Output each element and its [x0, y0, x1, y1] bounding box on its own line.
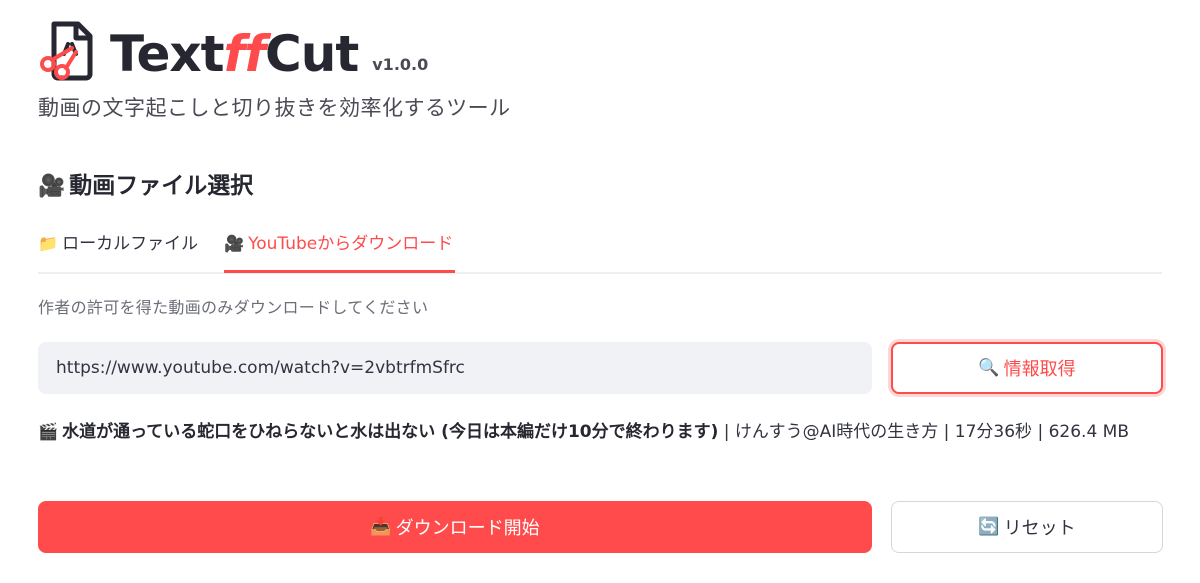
source-tabs: 📁 ローカルファイル 🎥 YouTubeからダウンロード — [38, 228, 1162, 274]
video-info: 🎬 水道が通っている蛇口をひねらないと水は出ない (今日は本編だけ10分で終わりま… — [38, 416, 1162, 448]
app-title: TextffCut — [110, 25, 359, 83]
video-camera-icon: 🎥 — [38, 174, 66, 199]
tab-youtube-download[interactable]: 🎥 YouTubeからダウンロード — [224, 232, 456, 273]
reset-button[interactable]: 🔄 リセット — [891, 501, 1163, 553]
video-title: 水道が通っている蛇口をひねらないと水は出ない (今日は本編だけ10分で終わります… — [62, 422, 719, 442]
clapperboard-icon: 🎬 — [38, 422, 59, 441]
youtube-url-input[interactable]: https://www.youtube.com/watch?v=2vbtrfmS… — [38, 342, 872, 394]
section-title: 🎥 動画ファイル選択 — [38, 166, 253, 200]
permission-notice: 作者の許可を得た動画のみダウンロードしてください — [38, 298, 429, 317]
tab-local-file[interactable]: 📁 ローカルファイル — [38, 232, 198, 268]
video-duration: 17分36秒 — [954, 422, 1033, 442]
video-camera-icon: 🎥 — [224, 234, 245, 253]
refresh-icon: 🔄 — [978, 517, 1000, 537]
reset-label: リセット — [1003, 518, 1076, 539]
search-icon: 🔍 — [978, 358, 1000, 378]
folder-icon: 📁 — [38, 234, 59, 253]
app-title-suffix: Cut — [265, 25, 359, 83]
video-size: 626.4 MB — [1048, 422, 1129, 442]
app-title-prefix: Text — [110, 25, 225, 83]
version-label: v1.0.0 — [372, 55, 429, 74]
app-title-ff: ff — [223, 25, 267, 83]
logo-scissors-document-icon — [38, 20, 100, 82]
brand-row: TextffCut v1.0.0 — [38, 20, 511, 82]
fetch-info-button[interactable]: 🔍 情報取得 — [891, 342, 1163, 394]
section-title-text: 動画ファイル選択 — [69, 173, 254, 199]
download-start-button[interactable]: 📥 ダウンロード開始 — [38, 501, 872, 553]
app-header: TextffCut v1.0.0 動画の文字起こしと切り抜きを効率化するツール — [38, 20, 511, 122]
download-start-label: ダウンロード開始 — [395, 518, 540, 539]
video-channel: けんすう@AI時代の生き方 — [734, 422, 939, 442]
tab-youtube-download-label: YouTubeからダウンロード — [248, 234, 454, 254]
app-subtitle: 動画の文字起こしと切り抜きを効率化するツール — [38, 96, 511, 120]
fetch-info-label: 情報取得 — [1003, 359, 1076, 380]
inbox-tray-icon: 📥 — [370, 517, 392, 537]
tab-local-file-label: ローカルファイル — [62, 234, 199, 254]
